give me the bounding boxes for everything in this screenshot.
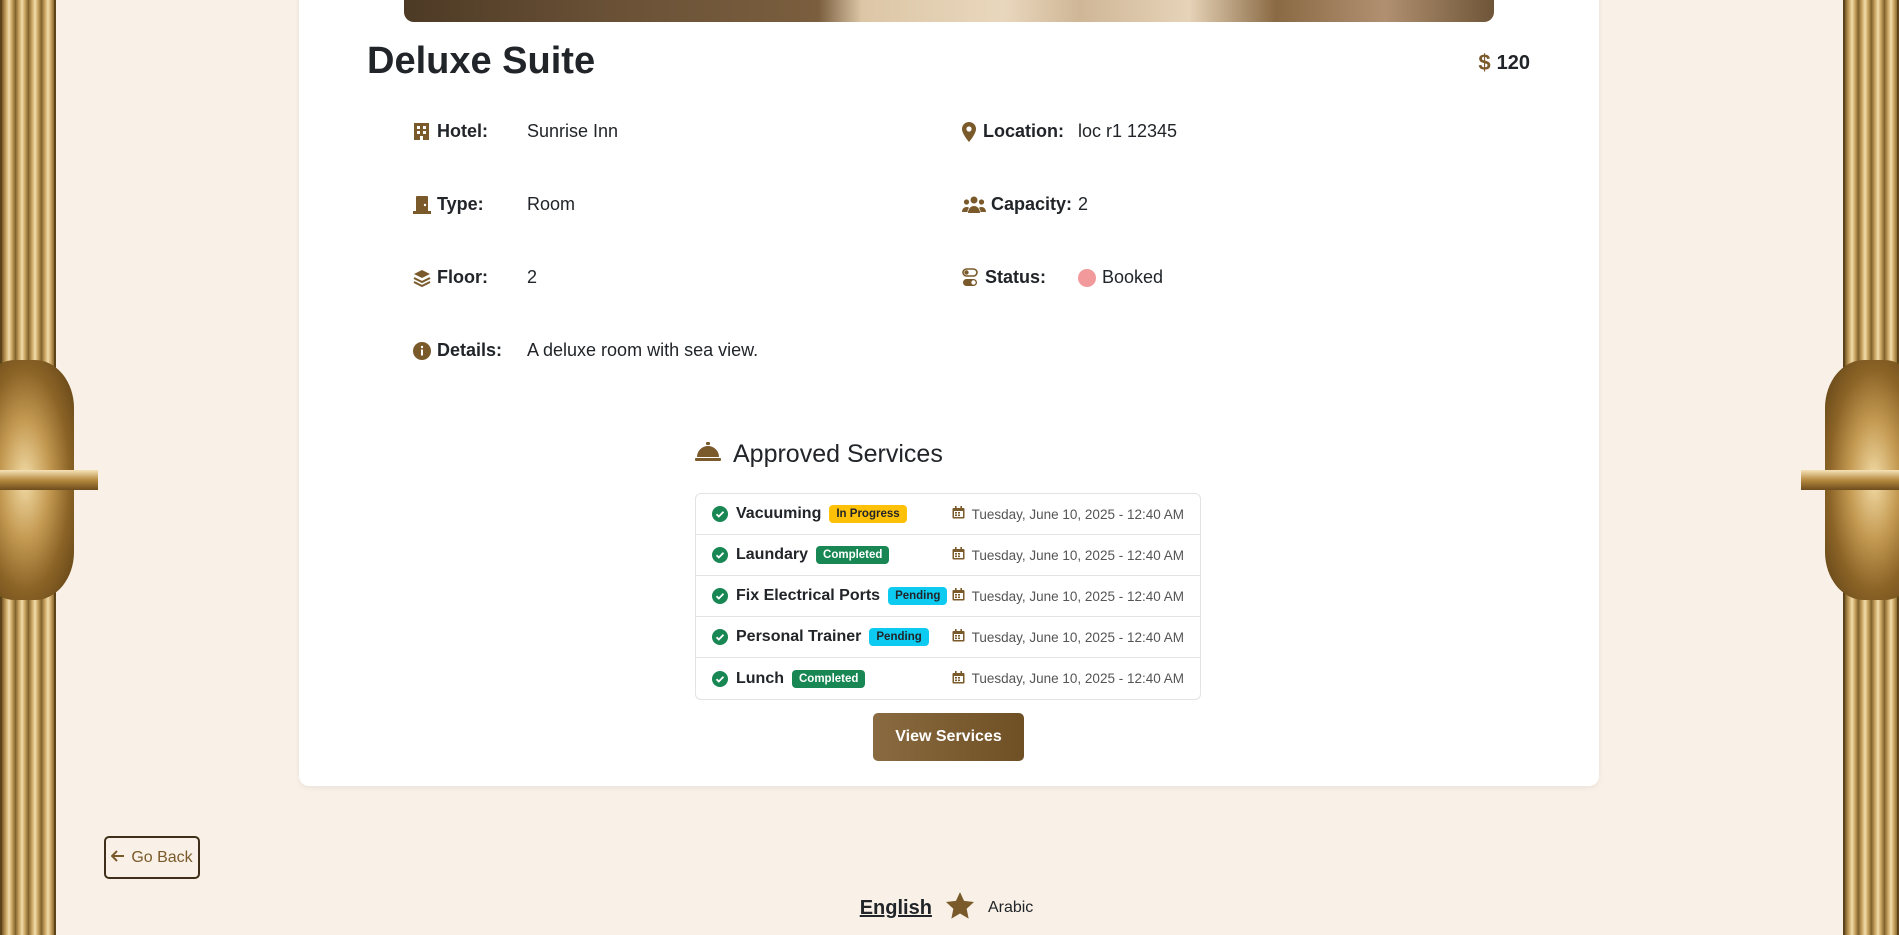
calendar-icon [952, 588, 965, 604]
arrow-left-icon [110, 849, 125, 867]
layers-icon [413, 269, 435, 287]
language-switcher: English Arabic [0, 892, 1899, 924]
star-icon [945, 892, 974, 924]
english-link[interactable]: English [860, 897, 932, 920]
status-label: Status: [985, 267, 1047, 287]
service-status-badge: Completed [792, 669, 866, 688]
calendar-icon [952, 670, 965, 687]
service-status-badge: Completed [816, 546, 890, 564]
details-label: Details: [437, 340, 503, 360]
service-row: Lunch Completed Tuesday, June 10, 2025 - 1… [696, 658, 1200, 699]
service-date: Tuesday, June 10, 2025 - 12:40 AM [952, 547, 1184, 563]
service-name: Laundary [736, 546, 809, 563]
details-value: A deluxe room with sea view. [527, 340, 759, 360]
hotel-label: Hotel: [437, 121, 488, 141]
service-date-text: Tuesday, June 10, 2025 - 12:40 AM [971, 588, 1184, 604]
hotel-row: Hotel: Sunrise Inn [413, 121, 618, 142]
pillar-ring [0, 470, 98, 490]
service-date: Tuesday, June 10, 2025 - 12:40 AM [952, 670, 1184, 687]
capacity-row: Capacity: 2 [962, 194, 1088, 215]
service-name: Personal Trainer [736, 628, 862, 645]
info-icon [413, 341, 435, 360]
service-date-text: Tuesday, June 10, 2025 - 12:40 AM [971, 629, 1184, 645]
location-pin-icon [962, 121, 981, 142]
dollar-icon: $ [1478, 50, 1491, 75]
services-list: Vacuuming In Progress Tuesday, June 10, 20… [695, 493, 1201, 700]
type-value: Room [527, 194, 576, 214]
hotel-value: Sunrise Inn [527, 121, 619, 141]
service-date: Tuesday, June 10, 2025 - 12:40 AM [952, 506, 1184, 522]
left-pillar-decoration [0, 0, 98, 935]
service-status-badge: Pending [888, 587, 948, 605]
service-date: Tuesday, June 10, 2025 - 12:40 AM [952, 588, 1184, 604]
room-image [404, 0, 1494, 22]
concierge-bell-icon [695, 440, 721, 469]
floor-row: Floor: 2 [413, 267, 537, 288]
room-title: Deluxe Suite [367, 40, 596, 82]
type-label: Type: [437, 194, 484, 214]
capacity-label: Capacity: [991, 194, 1073, 214]
service-name: Fix Electrical Ports [736, 587, 881, 604]
service-name: Vacuuming [736, 505, 822, 522]
toggle-icon [962, 268, 983, 287]
check-circle-icon [712, 588, 728, 604]
arabic-link[interactable]: Arabic [988, 899, 1033, 917]
check-circle-icon [712, 629, 728, 645]
pillar-ring [1801, 470, 1899, 490]
status-row: Status: Booked [962, 267, 1163, 288]
service-row: Vacuuming In Progress Tuesday, June 10, 20… [696, 494, 1200, 535]
service-status-badge: Pending [869, 628, 929, 646]
hotel-icon [413, 122, 435, 141]
capacity-value: 2 [1078, 194, 1089, 214]
type-row: Type: Room [413, 194, 575, 215]
service-date: Tuesday, June 10, 2025 - 12:40 AM [952, 629, 1184, 645]
service-date-text: Tuesday, June 10, 2025 - 12:40 AM [971, 547, 1184, 563]
door-icon [413, 195, 435, 214]
floor-value: 2 [527, 267, 538, 287]
service-name: Lunch [736, 669, 784, 687]
go-back-button[interactable]: Go Back [104, 836, 200, 879]
status-dot [1078, 268, 1096, 287]
location-value: loc r1 12345 [1078, 121, 1178, 141]
approved-services-heading: Approved Services [695, 440, 943, 469]
service-date-text: Tuesday, June 10, 2025 - 12:40 AM [971, 506, 1184, 522]
approved-services-title: Approved Services [733, 440, 943, 468]
location-label: Location: [983, 121, 1064, 141]
calendar-icon [952, 506, 965, 522]
check-circle-icon [712, 506, 728, 522]
view-services-button[interactable]: View Services [873, 713, 1024, 761]
room-details-card: Deluxe Suite $ 120 Hotel: Sunrise Inn Lo… [299, 0, 1599, 786]
service-row: Fix Electrical Ports Pending Tuesday, June… [696, 576, 1200, 617]
price-value: 120 [1496, 51, 1530, 74]
check-circle-icon [712, 670, 728, 687]
room-price: $ 120 [1478, 50, 1530, 76]
right-pillar-decoration [1801, 0, 1899, 935]
service-status-badge: In Progress [829, 505, 907, 523]
floor-label: Floor: [437, 267, 488, 287]
calendar-icon [952, 629, 965, 645]
go-back-label: Go Back [131, 848, 193, 866]
location-row: Location: loc r1 12345 [962, 121, 1177, 142]
service-row: Laundary Completed Tuesday, June 10, 2025 … [696, 535, 1200, 576]
service-date-text: Tuesday, June 10, 2025 - 12:40 AM [971, 671, 1184, 686]
status-value-wrap: Booked [1078, 267, 1163, 288]
calendar-icon [952, 547, 965, 563]
status-value: Booked [1102, 267, 1164, 287]
users-icon [962, 196, 989, 214]
check-circle-icon [712, 547, 728, 563]
details-row: Details: A deluxe room with sea view. [413, 340, 758, 361]
service-row: Personal Trainer Pending Tuesday, June 10,… [696, 617, 1200, 658]
